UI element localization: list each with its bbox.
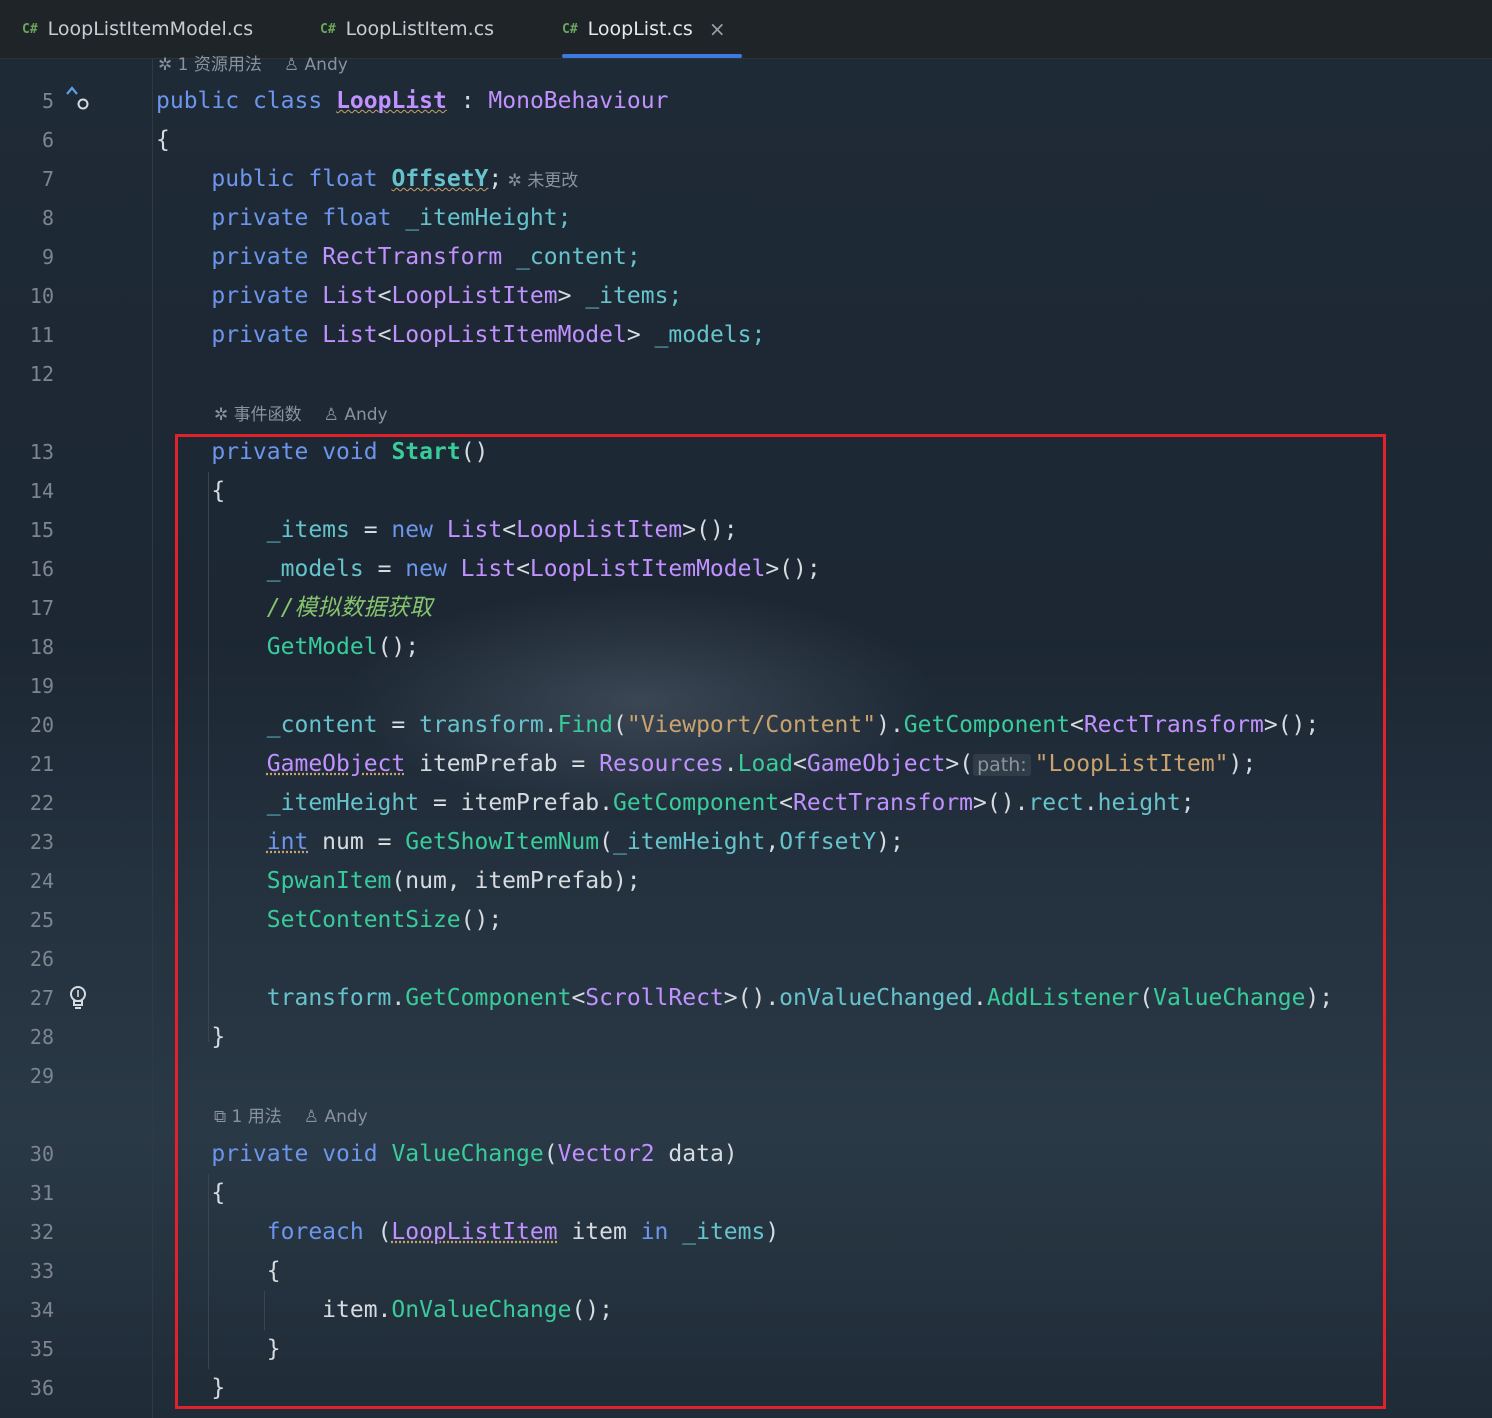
usage-icon: ✲ xyxy=(158,55,178,75)
code-line[interactable]: private float _itemHeight; xyxy=(156,199,571,238)
line-number: 26 xyxy=(29,947,54,971)
status-icon: ✲ xyxy=(507,171,522,191)
implements-up-icon[interactable] xyxy=(64,84,90,117)
csharp-file-icon: C# xyxy=(320,21,336,37)
line-number: 22 xyxy=(29,791,54,815)
line-number: 7 xyxy=(41,167,54,191)
code-line[interactable]: private RectTransform _content; xyxy=(156,238,640,277)
line-number: 6 xyxy=(41,128,54,152)
line-number: 14 xyxy=(29,479,54,503)
tab-label: LoopList.cs xyxy=(587,18,693,40)
line-number: 19 xyxy=(29,674,54,698)
line-number: 36 xyxy=(29,1376,54,1400)
csharp-file-icon: C# xyxy=(22,21,38,37)
line-number: 25 xyxy=(29,908,54,932)
gutter-divider xyxy=(152,58,153,1418)
line-number: 10 xyxy=(29,284,54,308)
line-number: 30 xyxy=(29,1142,54,1166)
tab-label: LoopListItem.cs xyxy=(345,18,495,40)
highlight-annotation-box xyxy=(175,434,1386,1409)
line-number: 8 xyxy=(41,206,54,230)
code-line[interactable]: private List<LoopListItemModel> _models; xyxy=(156,316,765,355)
line-number: 31 xyxy=(29,1181,54,1205)
event-function-icon: ✲ xyxy=(214,405,234,425)
line-number: 35 xyxy=(29,1337,54,1361)
line-number: 29 xyxy=(29,1064,54,1088)
code-line[interactable]: private List<LoopListItem> _items; xyxy=(156,277,682,316)
line-number: 15 xyxy=(29,518,54,542)
line-number: 28 xyxy=(29,1025,54,1049)
line-number: 21 xyxy=(29,752,54,776)
line-number: 34 xyxy=(29,1298,54,1322)
line-number: 18 xyxy=(29,635,54,659)
line-number: 24 xyxy=(29,869,54,893)
line-number: 5 xyxy=(41,89,54,113)
line-number: 27 xyxy=(29,986,54,1010)
line-number: 17 xyxy=(29,596,54,620)
tab-label: LoopListItemModel.cs xyxy=(47,18,254,40)
line-number: 9 xyxy=(41,245,54,269)
line-number: 13 xyxy=(29,440,54,464)
csharp-file-icon: C# xyxy=(562,21,578,37)
line-number: 32 xyxy=(29,1220,54,1244)
line-number: 11 xyxy=(29,323,54,347)
class-usage-hint[interactable]: ✲ 1 资源用法 ♙ Andy xyxy=(158,50,348,80)
author-icon: ♙ xyxy=(323,405,345,425)
lightbulb-icon[interactable] xyxy=(66,984,90,1017)
close-icon[interactable]: × xyxy=(709,17,726,41)
code-line[interactable]: public float OffsetY; ✲ 未更改 xyxy=(156,160,578,199)
start-method-hint[interactable]: ✲ 事件函数 ♙ Andy xyxy=(214,400,388,430)
tab-looplist[interactable]: C# LoopList.cs × xyxy=(562,0,742,58)
line-number: 12 xyxy=(29,362,54,386)
code-line[interactable]: { xyxy=(156,121,170,160)
code-line[interactable]: public class LoopList : MonoBehaviour xyxy=(156,82,668,121)
author-icon: ♙ xyxy=(283,55,305,75)
line-number: 33 xyxy=(29,1259,54,1283)
line-number: 20 xyxy=(29,713,54,737)
line-number: 23 xyxy=(29,830,54,854)
line-number: 16 xyxy=(29,557,54,581)
